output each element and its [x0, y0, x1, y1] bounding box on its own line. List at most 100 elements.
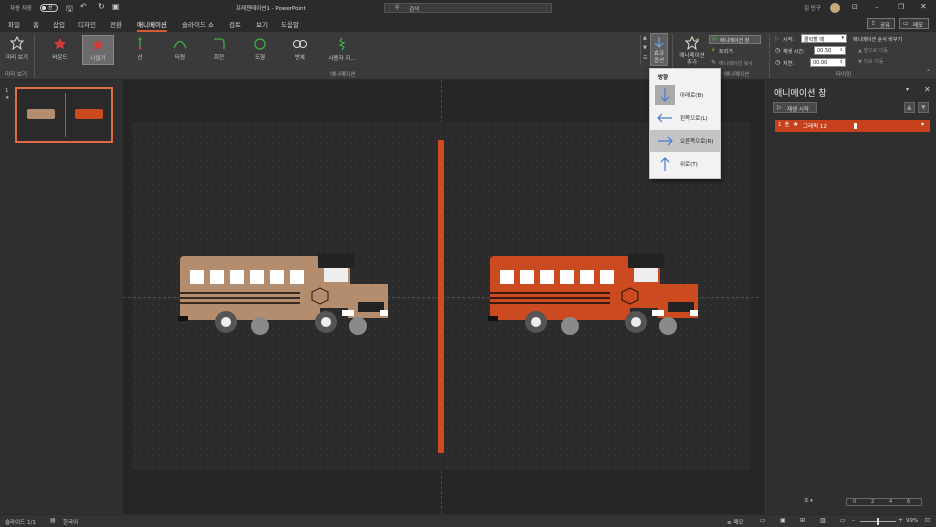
tab-help[interactable]: 도움말 — [281, 19, 299, 29]
normal-view-icon[interactable]: ▣ — [780, 517, 786, 524]
zoom-in-icon[interactable]: + — [898, 517, 903, 524]
direction-down[interactable]: 아래로(B) — [650, 84, 720, 106]
group-timing-label: 타이밍 — [836, 72, 852, 78]
direction-up[interactable]: 위로(T) — [650, 153, 720, 175]
add-animation-button[interactable]: + 애니메이션 추가 — [677, 36, 707, 67]
animation-arc[interactable]: 타원 — [166, 37, 194, 61]
slide-thumbnail[interactable] — [15, 87, 113, 143]
direction-dropdown: 방향 아래로(B) 왼쪽으로(L) 오른쪽으로(R) 위로(T) — [649, 68, 721, 179]
animation-custom-path[interactable]: 사용자 지... — [322, 37, 362, 62]
timeline-ruler[interactable]: 0 2 4 6 — [846, 498, 922, 506]
play-icon: ▷ — [777, 104, 782, 111]
tab-review[interactable]: 검토 — [229, 19, 241, 29]
tab-slideshow[interactable]: 슬라이드 쇼 — [182, 19, 214, 29]
close-icon[interactable]: ✕ — [920, 2, 927, 11]
document-title: 프레젠테이션1 - PowerPoint — [236, 6, 306, 12]
tab-view[interactable]: 보기 — [256, 19, 268, 29]
close-pane-icon[interactable]: ✕ — [924, 85, 931, 94]
reading-view-icon[interactable]: ▥ — [820, 517, 826, 524]
move-later-button[interactable]: ▼ 뒤로 이동 — [858, 58, 883, 65]
move-earlier-button[interactable]: ▲ 앞으로 이동 — [858, 47, 888, 54]
search-box[interactable]: ⚲ 검색 — [384, 3, 552, 13]
undo-icon[interactable]: ↶ — [80, 2, 87, 11]
effect-options-button[interactable]: 효과 옵션 — [650, 33, 668, 66]
tab-transitions[interactable]: 전환 — [110, 19, 122, 29]
user-name[interactable]: 김 민구 — [804, 4, 821, 12]
tab-design[interactable]: 디자인 — [78, 19, 96, 29]
share-icon: ⇪ — [871, 20, 877, 27]
zoom-out-icon[interactable]: – — [852, 517, 855, 524]
avatar[interactable] — [830, 3, 840, 13]
tab-animations[interactable]: 애니메이션 — [137, 19, 167, 32]
orange-bus-graphic[interactable] — [488, 254, 700, 344]
painter-icon: ✎ — [711, 59, 717, 66]
search-icon: ⚲ — [395, 4, 400, 11]
notes-button[interactable]: ≡ 메모 — [727, 518, 743, 526]
duration-icon: ◷ — [775, 47, 781, 54]
turn-path-icon — [214, 38, 225, 49]
tab-insert[interactable]: 삽입 — [53, 19, 65, 29]
divider-bar[interactable] — [438, 140, 444, 453]
slide-thumbnail-pane: 1 ★ — [0, 80, 124, 514]
svg-text:+: + — [695, 37, 700, 44]
trigger-button[interactable]: ⚡ 트리거 — [709, 47, 759, 56]
comments-button[interactable]: ▭ 메모 — [899, 18, 929, 29]
animation-list-item[interactable]: 1 🖱 ★ 그래픽 12 ▾ — [775, 120, 930, 132]
animation-painter-button[interactable]: ✎ 애니메이션 복사 — [709, 59, 767, 68]
spellcheck-icon[interactable]: ▤ — [50, 517, 56, 524]
animation-turn[interactable]: 회전 — [205, 37, 233, 61]
animation-bounce[interactable]: 바운드 — [46, 37, 74, 61]
trigger-icon: ⚡ — [711, 47, 716, 54]
add-animation-star-icon: + — [684, 36, 700, 50]
collapse-ribbon-icon[interactable]: ⌃ — [926, 69, 931, 76]
divider — [769, 34, 770, 78]
animation-pane-button[interactable]: ▤ 애니메이션 창 — [709, 35, 761, 44]
tan-bus-graphic[interactable] — [178, 254, 390, 344]
animation-wipe[interactable]: 나밀기 — [82, 35, 114, 65]
item-dropdown-icon[interactable]: ▾ — [921, 121, 924, 128]
autosave-toggle[interactable]: 끔 — [40, 4, 58, 12]
search-input[interactable]: 검색 — [409, 5, 419, 13]
title-bar: 자동 저장 끔 🖫 ↶ ↻ ▣ 프레젠테이션1 - PowerPoint ⚲ 검… — [0, 0, 936, 16]
status-bar: 슬라이드 1/1 ▤ 한국어 ≡ 메모 ▭ ▣ ⊞ ▥ ▭ – + 99% ⊡ — [0, 514, 936, 527]
ribbon-display-icon[interactable]: ⊡ — [852, 3, 858, 11]
comments-status-icon[interactable]: ▭ — [760, 517, 766, 524]
animation-loop[interactable]: 반복 — [286, 37, 314, 61]
ribbon-tabs: 파일 홈 삽입 디자인 전환 애니메이션 슬라이드 쇼 검토 보기 도움말 ⇪ … — [0, 16, 936, 32]
slideshow-icon[interactable]: ▭ — [840, 517, 846, 524]
zoom-slider[interactable] — [860, 518, 896, 525]
tab-home[interactable]: 홈 — [33, 19, 39, 29]
preview-button[interactable]: 미리 보기 — [4, 36, 30, 61]
minimize-icon[interactable]: – — [875, 3, 879, 11]
direction-left[interactable]: 왼쪽으로(L) — [650, 107, 720, 129]
language-indicator[interactable]: 한국어 — [63, 518, 78, 526]
redo-icon[interactable]: ↻ — [98, 2, 105, 11]
move-up-button[interactable]: ▲ — [904, 102, 915, 113]
start-select[interactable]: 클릭할 때 ▾ — [801, 34, 847, 43]
save-icon[interactable]: 🖫 — [66, 3, 73, 17]
arrow-down-icon — [655, 85, 675, 105]
animation-shape[interactable]: 도형 — [246, 37, 274, 61]
gallery-scroll[interactable]: ▲ ▼ ☰ — [640, 35, 648, 65]
tab-file[interactable]: 파일 — [8, 19, 20, 29]
present-icon[interactable]: ▣ — [112, 2, 120, 11]
sorter-view-icon[interactable]: ⊞ — [800, 517, 805, 524]
move-down-button[interactable]: ▼ — [918, 102, 929, 113]
seconds-selector[interactable]: 초 ▾ — [804, 497, 813, 504]
up-arrow-icon: ▲ — [907, 104, 912, 111]
pane-options-icon[interactable]: ▾ — [906, 86, 909, 93]
duration-stepper[interactable]: 00.50 ⇕ — [814, 46, 846, 55]
share-button[interactable]: ⇪ 공유 — [867, 18, 895, 29]
maximize-icon[interactable]: ❐ — [898, 3, 904, 11]
animation-pane: 애니메이션 창 ▾ ✕ ▷ 재생 시작 ▲ ▼ 1 🖱 ★ 그래픽 12 ▾ 초… — [765, 80, 936, 514]
zoom-level[interactable]: 99% — [906, 518, 918, 524]
direction-right[interactable]: 오른쪽으로(R) — [650, 130, 720, 152]
delay-stepper[interactable]: 00.00 ⇕ — [810, 58, 846, 67]
play-button[interactable]: ▷ 재생 시작 — [773, 102, 817, 113]
fit-to-window-icon[interactable]: ⊡ — [925, 517, 930, 524]
arrow-left-icon — [657, 113, 672, 123]
start-icon: ▷ — [775, 35, 780, 42]
group-preview-label: 미리 보기 — [5, 72, 27, 78]
line-path-icon — [138, 37, 142, 50]
animation-line[interactable]: 선 — [126, 37, 154, 61]
